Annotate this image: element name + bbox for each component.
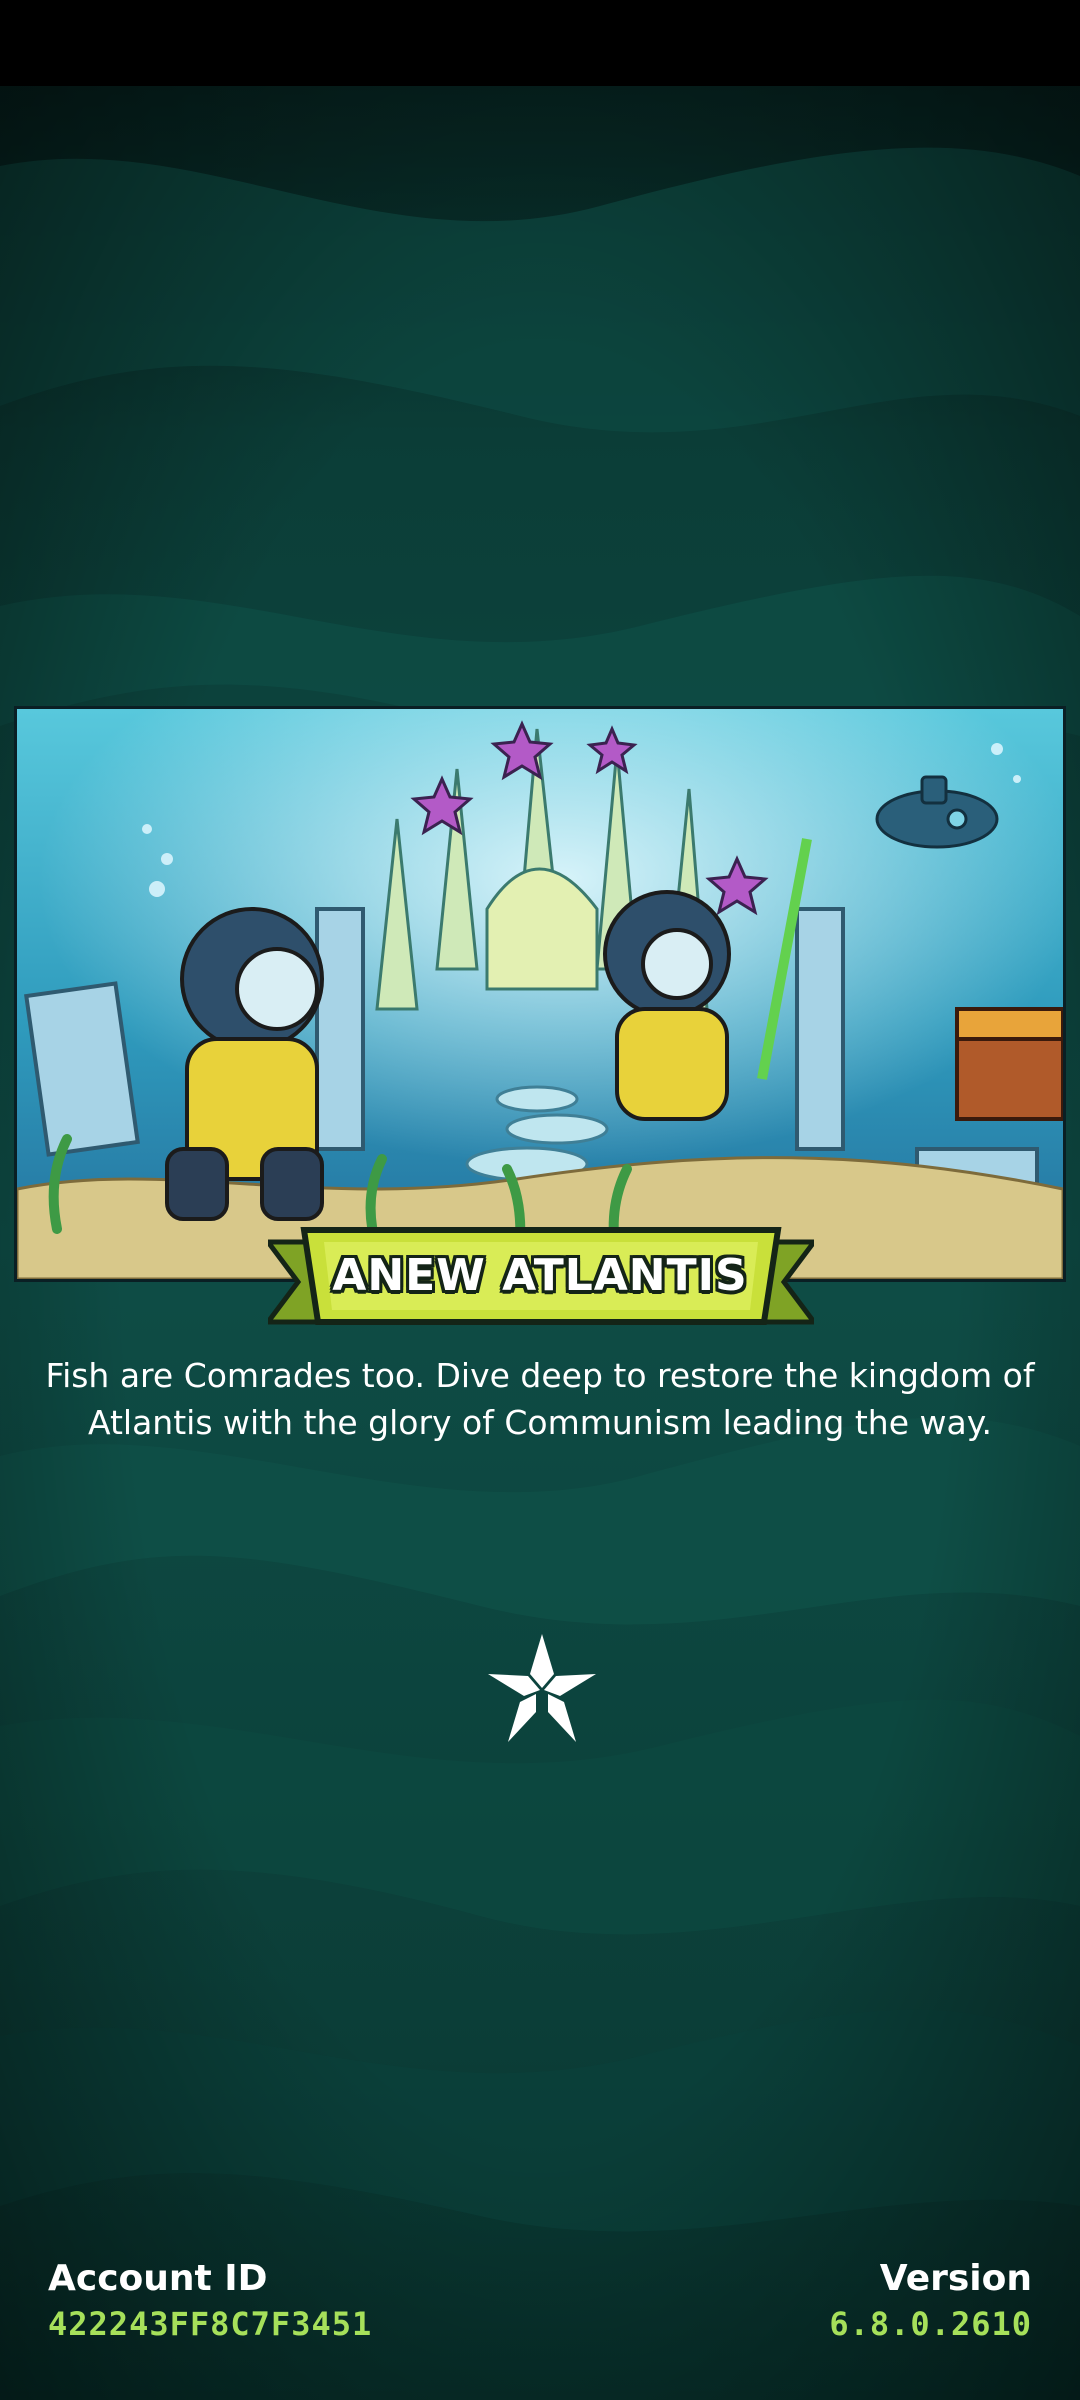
star-icon <box>488 1634 596 1742</box>
version-value: 6.8.0.2610 <box>829 2305 1032 2343</box>
event-description: Fish are Comrades too. Dive deep to rest… <box>45 1356 1035 1442</box>
account-id-block: Account ID 422243FF8C7F3451 <box>48 2256 372 2346</box>
version-label: Version <box>879 2258 1032 2299</box>
event-banner-image <box>14 706 1066 1282</box>
status-bar <box>0 0 1080 86</box>
version-block: Version 6.8.0.2610 <box>829 2256 1032 2346</box>
account-id-label: Account ID <box>48 2258 268 2299</box>
account-id-value: 422243FF8C7F3451 <box>48 2305 373 2343</box>
event-title: ANEW ATLANTIS <box>332 1250 748 1301</box>
loading-screen: ANEW ATLANTIS Fish are Comrades too. Div… <box>0 0 1080 2400</box>
